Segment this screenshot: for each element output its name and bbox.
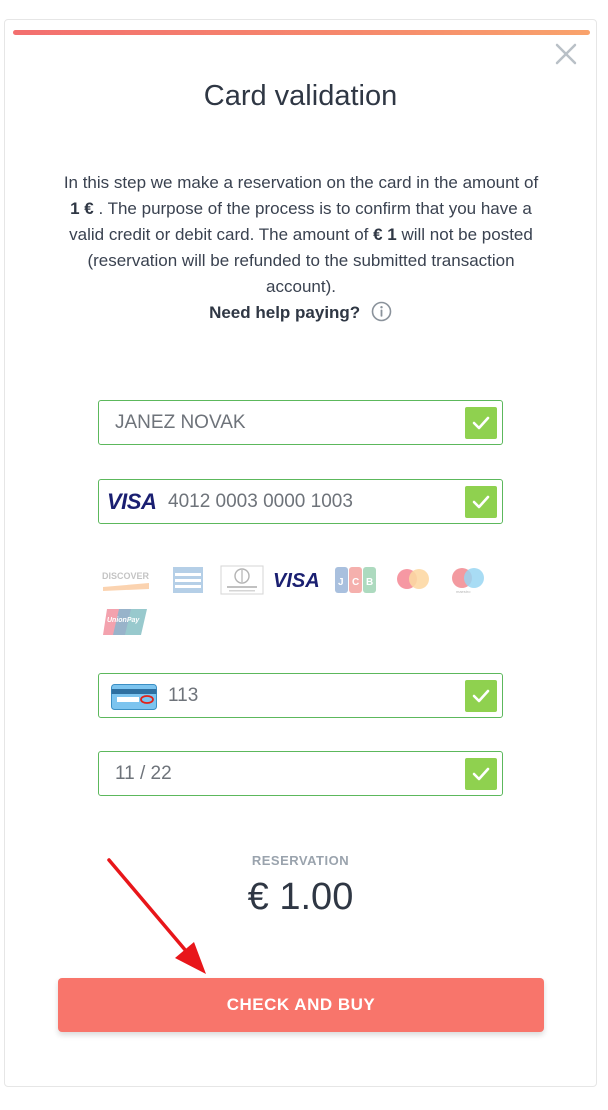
- annotation-arrow-icon: [107, 858, 206, 974]
